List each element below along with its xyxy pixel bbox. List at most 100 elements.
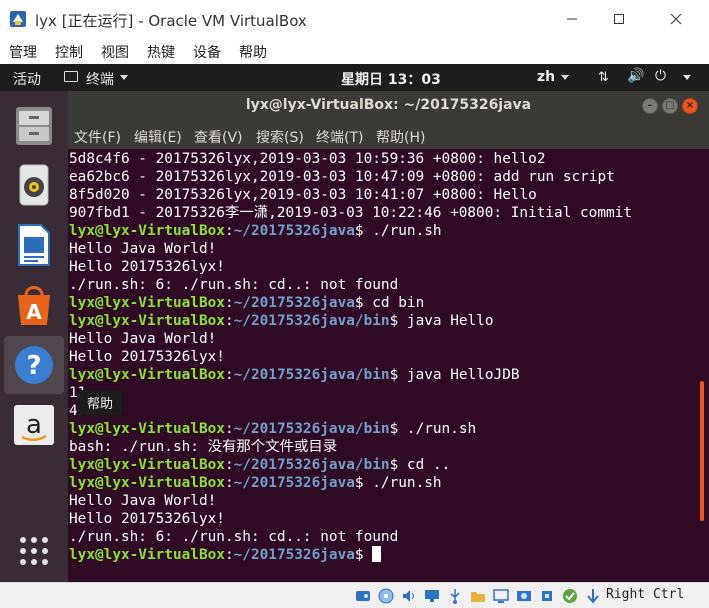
shared-folders-icon[interactable] [469, 587, 487, 605]
chevron-down-icon [120, 75, 128, 80]
terminal-menu-search[interactable]: 搜索(S) [256, 127, 304, 147]
prompt-user: lyx@lyx-VirtualBox [69, 421, 225, 437]
terminal-window: lyx@lyx-VirtualBox: ~/20175326java – □ ×… [68, 91, 709, 582]
terminal-menu-help[interactable]: 帮助(H) [376, 127, 425, 147]
terminal-line: lyx@lyx-VirtualBox:~/20175326java/bin$ j… [69, 312, 494, 330]
svg-text:A: A [26, 300, 42, 324]
guest-additions-icon[interactable] [561, 587, 579, 605]
terminal-line: ./run.sh: 6: ./run.sh: cd..: not found [69, 277, 399, 293]
usb-icon[interactable] [446, 587, 464, 605]
amazon-icon: a [14, 405, 54, 445]
close-icon [670, 13, 682, 25]
menu-view[interactable]: 视图 [101, 42, 129, 62]
terminal-line: ea62bc6 - 20175326lyx,2019-03-03 10:47:0… [69, 169, 615, 185]
terminal-menu-view[interactable]: 查看(V) [194, 127, 243, 147]
text-cursor [372, 546, 382, 562]
terminal-line: lyx@lyx-VirtualBox:~/20175326java/bin$ .… [69, 420, 476, 438]
maximize-icon [614, 14, 624, 24]
help-icon: ? [15, 346, 53, 384]
dock-item-rhythmbox[interactable] [4, 156, 64, 214]
prompt-path: ~/20175326java/bin [233, 457, 390, 473]
prompt-user: lyx@lyx-VirtualBox [69, 223, 225, 239]
network-adapter-icon[interactable] [423, 587, 441, 605]
command-text: $ cd bin [354, 295, 425, 311]
prompt-separator: : [224, 457, 234, 473]
terminal-titlebar[interactable]: lyx@lyx-VirtualBox: ~/20175326java – □ × [68, 91, 709, 121]
terminal-title: lyx@lyx-VirtualBox: ~/20175326java [245, 97, 532, 113]
terminal-close-button[interactable]: × [682, 98, 698, 114]
prompt-user: lyx@lyx-VirtualBox [69, 313, 225, 329]
chevron-down-icon [561, 75, 569, 80]
prompt-separator: : [224, 367, 234, 383]
app-menu-button[interactable]: 终端 [86, 69, 114, 89]
menu-devices[interactable]: 设备 [193, 42, 221, 62]
svg-text:a: a [26, 410, 42, 440]
dock-item-writer[interactable] [4, 216, 64, 274]
maximize-button[interactable] [597, 4, 641, 34]
svg-text:?: ? [26, 351, 41, 381]
terminal-line: Hello Java World! [69, 241, 217, 257]
app-grid-icon [20, 537, 48, 565]
volume-icon[interactable]: 🔊 [627, 68, 644, 84]
prompt-path: ~/20175326java [233, 295, 355, 311]
terminal-line: ./run.sh: 6: ./run.sh: cd..: not found [69, 529, 399, 545]
prompt-path: ~/20175326java [233, 475, 355, 491]
prompt-separator: : [224, 295, 234, 311]
rhythmbox-icon [19, 164, 49, 206]
dock-item-software[interactable]: A [4, 276, 64, 334]
prompt-separator: : [224, 313, 234, 329]
command-text: $ ./run.sh [389, 421, 477, 437]
cpu-icon[interactable] [538, 587, 556, 605]
vbox-window-title: lyx [正在运行] - Oracle VM VirtualBox [35, 12, 307, 30]
terminal-menu-terminal[interactable]: 终端(T) [316, 127, 363, 147]
dock-item-show-applications[interactable] [4, 522, 64, 580]
terminal-menu-file[interactable]: 文件(F) [74, 127, 121, 147]
command-text: $ cd .. [389, 457, 451, 473]
menu-help[interactable]: 帮助 [239, 42, 267, 62]
prompt-user: lyx@lyx-VirtualBox [69, 457, 225, 473]
file-manager-icon [16, 107, 52, 145]
prompt-user: lyx@lyx-VirtualBox [69, 367, 225, 383]
prompt-path: ~/20175326java/bin [233, 421, 390, 437]
minimize-icon [567, 18, 577, 20]
menu-manage[interactable]: 管理 [9, 42, 37, 62]
display-icon[interactable] [492, 587, 510, 605]
terminal-line: bash: ./run.sh: 没有那个文件或目录 [69, 439, 338, 455]
menu-control[interactable]: 控制 [55, 42, 83, 62]
terminal-line: lyx@lyx-VirtualBox:~/20175326java$ [69, 546, 382, 564]
terminal-line: Hello 20175326lyx! [69, 259, 225, 275]
network-icon[interactable]: ⇅ [598, 70, 609, 85]
video-capture-icon[interactable] [515, 587, 533, 605]
input-method-indicator[interactable]: zh [537, 69, 555, 85]
terminal-scrollbar[interactable] [700, 381, 704, 521]
dock-item-amazon[interactable]: a [4, 396, 64, 454]
dock-item-files[interactable] [4, 97, 64, 155]
mouse-integration-icon[interactable] [584, 587, 602, 605]
guest-screen: 活动 终端 星期日 13：03 zh ⇅ 🔊 ⏻ A ? a lyx@lyx-V… [0, 64, 709, 582]
audio-icon[interactable] [400, 587, 418, 605]
prompt-separator: : [224, 547, 234, 563]
menu-hotkeys[interactable]: 热键 [147, 42, 175, 62]
optical-drive-icon[interactable] [377, 587, 395, 605]
prompt-path: ~/20175326java [233, 547, 355, 563]
terminal-line: lyx@lyx-VirtualBox:~/20175326java$ ./run… [69, 474, 442, 492]
terminal-maximize-button[interactable]: □ [662, 98, 678, 114]
power-icon[interactable]: ⏻ [655, 68, 666, 84]
minimize-button[interactable] [550, 4, 594, 34]
terminal-output[interactable]: 5d8c4f6 - 20175326lyx,2019-03-03 10:59:3… [68, 149, 709, 582]
prompt-user: lyx@lyx-VirtualBox [69, 547, 225, 563]
clock[interactable]: 星期日 13：03 [341, 69, 441, 89]
terminal-line: Hello Java World! [69, 331, 217, 347]
activities-button[interactable]: 活动 [13, 69, 41, 89]
prompt-separator: : [224, 475, 234, 491]
prompt-user: lyx@lyx-VirtualBox [69, 475, 225, 491]
ubuntu-software-icon: A [18, 286, 50, 325]
terminal-menu-edit[interactable]: 编辑(E) [134, 127, 182, 147]
dock-tooltip: 帮助 [78, 390, 123, 415]
host-key-label: Right Ctrl [606, 587, 685, 602]
prompt-separator: : [224, 421, 234, 437]
terminal-minimize-button[interactable]: – [642, 98, 658, 114]
hard-disk-icon[interactable] [354, 587, 372, 605]
dock-item-help[interactable]: ? [4, 336, 64, 394]
close-button[interactable] [654, 4, 698, 34]
